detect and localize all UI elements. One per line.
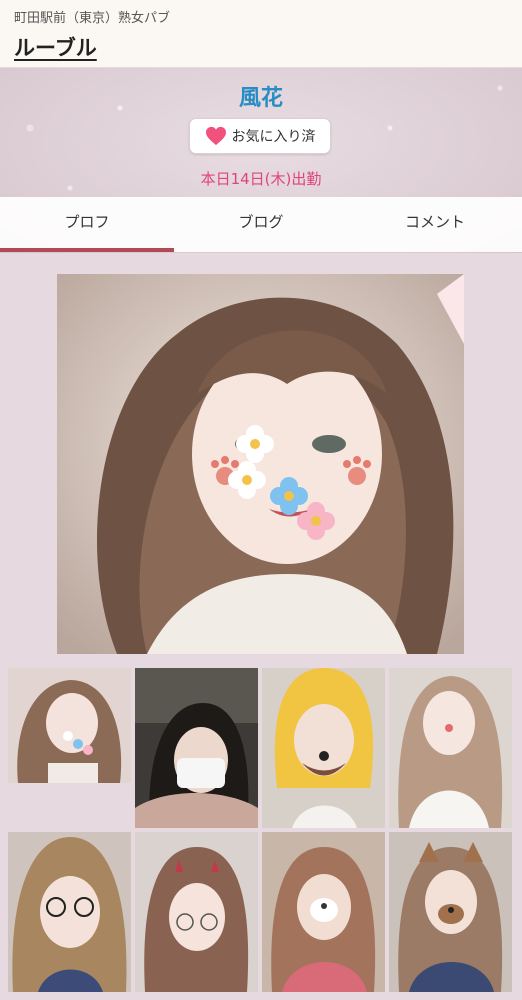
profile-tabs: プロフ ブログ コメント: [0, 197, 522, 252]
thumbnail-image: [135, 832, 258, 992]
photo-thumbnail[interactable]: [389, 668, 512, 828]
cast-name: 風花: [238, 86, 283, 111]
thumbnail-image: [389, 668, 512, 828]
tab-profile[interactable]: プロフ: [0, 197, 174, 252]
thumbnail-image: [262, 832, 385, 992]
photo-thumbnail[interactable]: [389, 832, 512, 992]
photo-thumbnail[interactable]: [262, 668, 385, 828]
work-schedule: 本日14日(木)出勤: [200, 170, 322, 188]
thumbnail-image: [8, 832, 131, 992]
tab-comment[interactable]: コメント: [348, 197, 522, 252]
shop-name-link[interactable]: ルーブル: [14, 32, 97, 62]
favorite-label: お気に入り済: [231, 129, 316, 145]
main-profile-photo[interactable]: [57, 274, 464, 654]
photo-thumbnail[interactable]: [8, 668, 131, 783]
site-header: 町田駅前（東京）熟女パブ ルーブル: [0, 0, 522, 68]
thumbnail-image: [262, 668, 385, 828]
heart-icon: [205, 126, 226, 146]
tab-blog[interactable]: ブログ: [174, 197, 348, 252]
thumbnail-image: [135, 668, 258, 828]
photo-thumbnail[interactable]: [135, 832, 258, 992]
profile-photo-image: [57, 274, 464, 654]
photo-thumbnail[interactable]: [135, 668, 258, 828]
photo-thumbnail[interactable]: [262, 832, 385, 992]
favorite-button[interactable]: お気に入り済: [189, 118, 331, 154]
photo-thumbnail[interactable]: [8, 832, 131, 992]
thumbnail-image: [8, 668, 131, 783]
thumbnail-image: [389, 832, 512, 992]
shop-area-label: 町田駅前（東京）熟女パブ: [14, 11, 171, 26]
